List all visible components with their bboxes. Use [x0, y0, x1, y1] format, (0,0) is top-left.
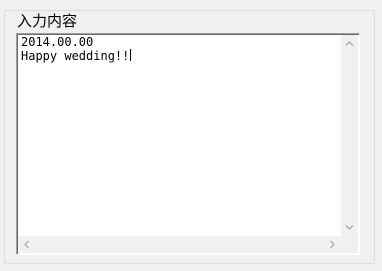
vertical-scrollbar[interactable]	[341, 35, 358, 236]
chevron-left-icon	[24, 240, 29, 249]
chevron-up-icon	[345, 41, 354, 46]
scroll-left-button[interactable]	[18, 236, 35, 253]
text-caret	[130, 49, 132, 61]
scrollbar-corner	[341, 236, 358, 253]
horizontal-scrollbar[interactable]	[18, 236, 341, 253]
groupbox-title: 入力内容	[15, 12, 80, 30]
scroll-down-button[interactable]	[341, 219, 358, 236]
textarea-line-message: Happy wedding!!	[21, 49, 130, 63]
scroll-right-button[interactable]	[324, 236, 341, 253]
content-textarea[interactable]: 2014.00.00 Happy wedding!!	[16, 33, 360, 255]
chevron-right-icon	[330, 240, 335, 249]
textarea-content[interactable]: 2014.00.00 Happy wedding!!	[21, 36, 341, 236]
scroll-up-button[interactable]	[341, 35, 358, 52]
textarea-line-date: 2014.00.00	[21, 35, 94, 49]
chevron-down-icon	[345, 225, 354, 230]
